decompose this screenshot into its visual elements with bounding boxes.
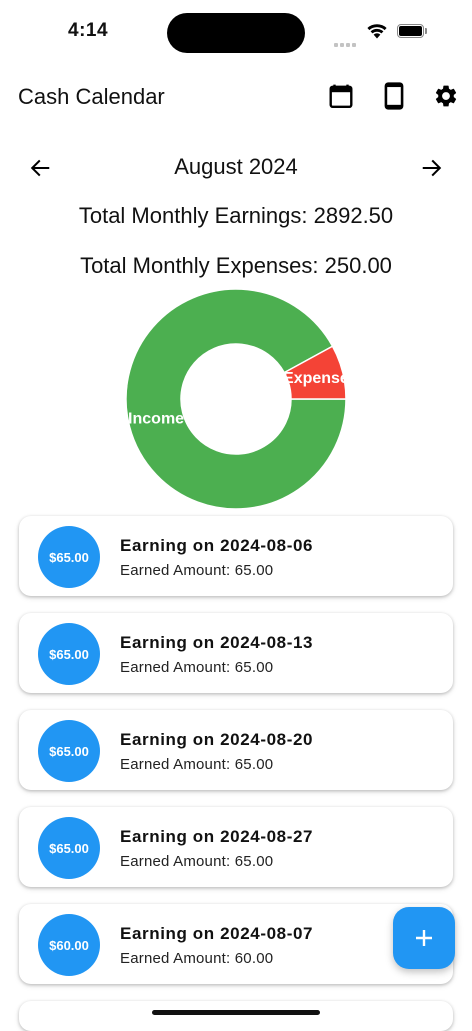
calendar-button[interactable] — [327, 82, 355, 110]
entry-subtitle: Earned Amount: 65.00 — [120, 562, 274, 579]
battery-icon — [397, 24, 427, 39]
entry-card[interactable]: $65.00 Earning on 2024-08-13 Earned Amou… — [19, 613, 453, 693]
month-label: August 2024 — [174, 154, 298, 179]
plus-icon — [416, 930, 432, 946]
home-indicator — [152, 1010, 320, 1015]
app-bar: Cash Calendar — [0, 72, 472, 122]
entry-card-partial[interactable] — [19, 1001, 453, 1031]
amount-badge: $65.00 — [38, 623, 100, 685]
settings-button[interactable] — [432, 82, 460, 110]
amount-badge: $65.00 — [38, 817, 100, 879]
gear-icon — [435, 85, 457, 107]
device-button[interactable] — [380, 82, 408, 110]
donut-chart-svg: Income Expense — [125, 288, 347, 510]
entry-card[interactable]: $60.00 Earning on 2024-08-07 Earned Amou… — [19, 904, 453, 984]
entry-title: Earning on 2024-08-07 — [120, 924, 314, 943]
amount-badge: $60.00 — [38, 914, 100, 976]
entry-card[interactable]: $65.00 Earning on 2024-08-20 Earned Amou… — [19, 710, 453, 790]
total-expenses: Total Monthly Expenses: 250.00 — [80, 253, 392, 278]
entry-card[interactable]: $65.00 Earning on 2024-08-27 Earned Amou… — [19, 807, 453, 887]
slice-label-income: Income — [128, 411, 184, 428]
amount-badge: $65.00 — [38, 720, 100, 782]
income-expense-chart: Income Expense — [125, 288, 347, 510]
entry-card[interactable]: $65.00 Earning on 2024-08-06 Earned Amou… — [19, 516, 453, 596]
cellular-signal-icon — [334, 34, 358, 47]
add-entry-button[interactable] — [393, 907, 455, 969]
entry-title: Earning on 2024-08-13 — [120, 633, 314, 652]
calendar-icon — [329, 84, 353, 109]
total-earnings: Total Monthly Earnings: 2892.50 — [78, 203, 394, 228]
slice-label-expense: Expense — [283, 370, 346, 387]
amount-badge: $65.00 — [38, 526, 100, 588]
entry-subtitle: Earned Amount: 60.00 — [120, 950, 274, 967]
month-navigation: August 2024 — [0, 148, 472, 188]
wifi-icon — [366, 22, 388, 44]
status-time: 4:14 — [68, 20, 109, 41]
status-bar: 4:14 — [0, 0, 472, 64]
entry-subtitle: Earned Amount: 65.00 — [120, 756, 274, 773]
entry-title: Earning on 2024-08-06 — [120, 536, 314, 555]
phone-icon — [384, 82, 404, 110]
app-title: Cash Calendar — [18, 84, 165, 109]
next-month-button[interactable] — [418, 154, 446, 182]
arrow-right-icon — [422, 159, 442, 177]
entry-title: Earning on 2024-08-20 — [120, 730, 314, 749]
dynamic-island — [167, 13, 305, 53]
entry-title: Earning on 2024-08-27 — [120, 827, 314, 846]
entry-subtitle: Earned Amount: 65.00 — [120, 659, 274, 676]
entry-subtitle: Earned Amount: 65.00 — [120, 853, 274, 870]
